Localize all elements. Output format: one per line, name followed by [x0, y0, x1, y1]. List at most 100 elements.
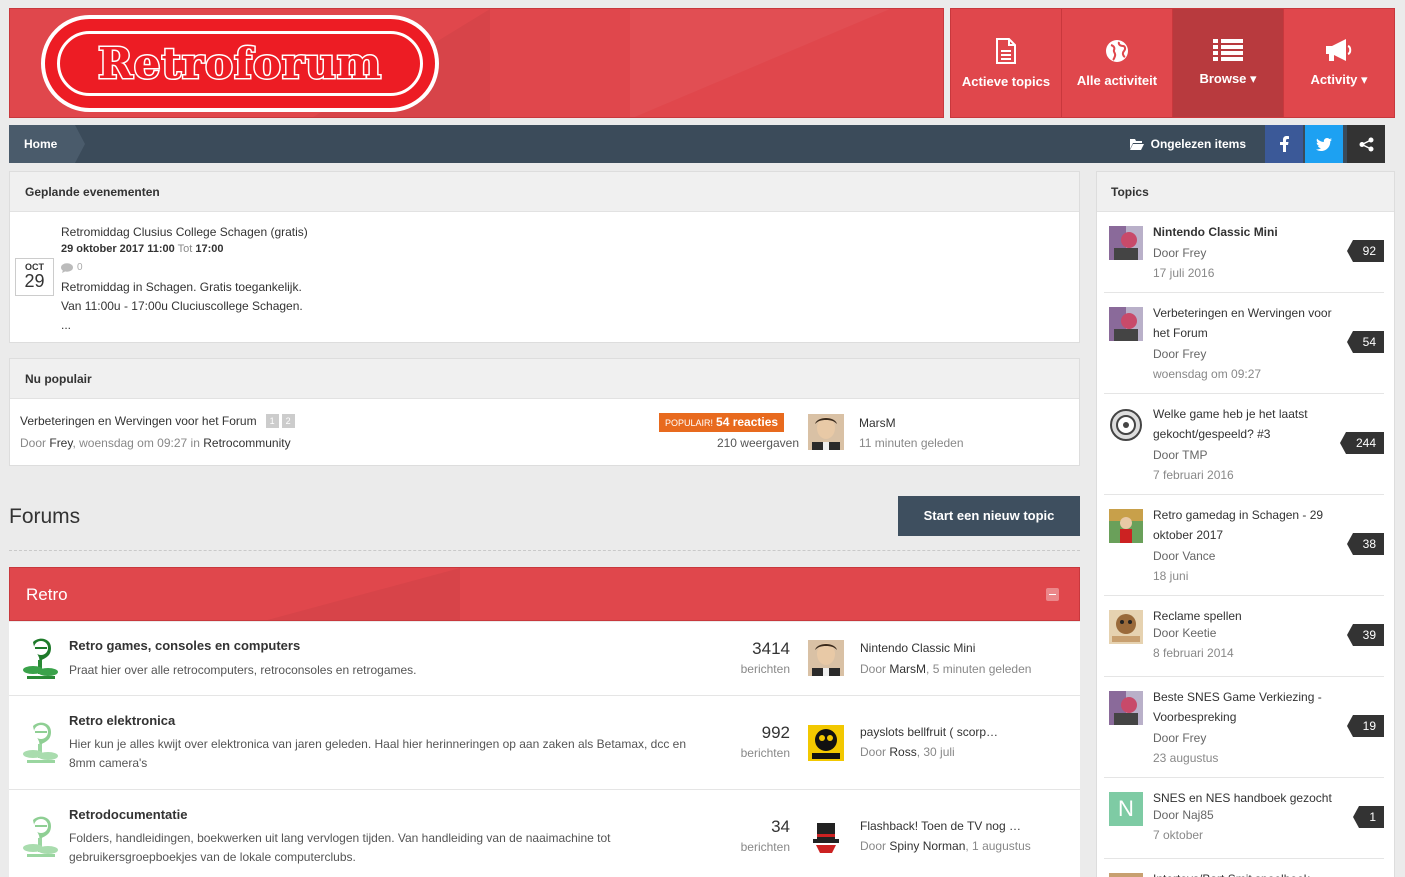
avatar[interactable]	[808, 725, 844, 761]
topic-author: Door Vance	[1153, 549, 1216, 563]
reply-count-badge: 19	[1346, 715, 1384, 737]
breadcrumb-home[interactable]: Home	[9, 125, 86, 163]
avatar[interactable]	[808, 640, 844, 676]
topic-item: Retro gamedag in Schagen - 29 oktober 20…	[1104, 495, 1384, 596]
topic-date: 23 augustus	[1153, 751, 1219, 765]
topic-item: N SNES en NES handboek gezocht Door Naj8…	[1104, 778, 1384, 859]
logo-text: Retroforum	[97, 39, 383, 88]
forum-row: Retrodocumentatie Folders, handleidingen…	[9, 790, 1080, 877]
topics-sidebar: Topics Nintendo Classic Mini Door Frey 1…	[1096, 171, 1395, 877]
post-count-label: berichten	[740, 746, 790, 760]
reply-count-badge: 1	[1353, 806, 1384, 828]
last-post-meta: Door Spiny Norman, 1 augustus	[860, 839, 1031, 853]
twitter-share-button[interactable]	[1305, 125, 1343, 163]
author-link[interactable]: Frey	[49, 436, 72, 450]
post-count-label: berichten	[740, 662, 790, 676]
forum-description: Folders, handleidingen, boekwerken uit l…	[69, 831, 611, 864]
nav-browse[interactable]: Browse ▾	[1173, 9, 1284, 117]
page-link-2[interactable]: 2	[281, 414, 295, 428]
reply-count-badge: 92	[1346, 240, 1384, 262]
start-new-topic-button[interactable]: Start een nieuw topic	[898, 496, 1080, 536]
topic-title-link[interactable]: SNES en NES handboek gezocht	[1153, 788, 1353, 808]
unread-label: Ongelezen items	[1150, 137, 1246, 151]
event-title-link[interactable]: Retromiddag Clusius College Schagen (gra…	[61, 225, 308, 239]
event-comments: 0	[61, 262, 83, 273]
avatar[interactable]	[808, 414, 844, 450]
avatar[interactable]: N	[1109, 792, 1143, 826]
reply-count-badge: 39	[1346, 624, 1384, 646]
document-icon	[996, 37, 1016, 64]
topic-date: 7 oktober	[1153, 828, 1204, 842]
comment-icon	[61, 262, 73, 273]
piranha-plant-icon	[23, 638, 58, 679]
forum-title-link[interactable]: Retro elektronica	[69, 713, 175, 728]
unread-items-link[interactable]: Ongelezen items	[1115, 125, 1260, 163]
share-button[interactable]	[1347, 125, 1385, 163]
forum-title-link[interactable]: Retro games, consoles en computers	[69, 638, 300, 653]
last-poster-link[interactable]: MarsM	[859, 416, 896, 430]
avatar[interactable]	[1109, 307, 1143, 341]
topic-author: Door Frey	[1153, 347, 1207, 361]
topic-item: Intertoys/Bart Smit spoelboek	[1104, 859, 1384, 877]
category-header: Retro	[9, 567, 1080, 621]
post-count: 992	[761, 723, 790, 742]
topic-title-link[interactable]: Intertoys/Bart Smit spoelboek	[1153, 869, 1353, 877]
event-description: Retromiddag in Schagen. Gratis toegankel…	[61, 280, 303, 332]
nav-activity[interactable]: Activity ▾	[1284, 9, 1394, 117]
avatar[interactable]	[1109, 873, 1143, 877]
topic-title-link[interactable]: Reclame spellen	[1153, 606, 1333, 626]
facebook-share-button[interactable]	[1265, 125, 1303, 163]
nav-alle-activiteit[interactable]: Alle activiteit	[1062, 9, 1173, 117]
collapse-toggle[interactable]	[1046, 588, 1059, 601]
forum-row: Retro games, consoles en computers Praat…	[9, 622, 1080, 696]
topic-title-link[interactable]: Welke game heb je het laatst gekocht/ges…	[1153, 404, 1333, 444]
last-post-time: 11 minuten geleden	[859, 436, 964, 450]
facebook-icon	[1279, 136, 1289, 152]
popular-topic-link[interactable]: Verbeteringen en Wervingen voor het Foru…	[20, 414, 257, 428]
forum-title-link[interactable]: Retrodocumentatie	[69, 807, 187, 822]
piranha-plant-icon	[23, 722, 58, 763]
last-post-meta: Door Ross, 30 juli	[860, 745, 955, 759]
nav-label: Activity ▾	[1310, 72, 1368, 87]
list-icon	[1213, 39, 1243, 61]
retroforum-logo[interactable]: Retroforum Retroforum	[41, 15, 439, 112]
topic-author: Door TMP	[1153, 448, 1208, 462]
last-post-meta: Door MarsM, 5 minuten geleden	[860, 662, 1032, 676]
page-link-1[interactable]: 1	[265, 414, 279, 428]
avatar[interactable]	[1109, 509, 1143, 543]
topic-title-link[interactable]: Verbeteringen en Wervingen voor het Foru…	[1153, 303, 1333, 343]
main-nav: Actieve topics Alle activiteit Browse ▾ …	[950, 8, 1395, 118]
avatar[interactable]	[1109, 610, 1143, 644]
topic-title-link[interactable]: Retro gamedag in Schagen - 29 oktober 20…	[1153, 505, 1333, 545]
last-topic-link[interactable]: Flashback! Toen de TV nog …	[860, 819, 1021, 833]
forum-link[interactable]: Retrocommunity	[203, 436, 290, 450]
reply-count-badge: 244	[1339, 432, 1384, 454]
topic-date: 18 juni	[1153, 569, 1189, 583]
breadcrumb-bar: Home Ongelezen items	[9, 125, 1395, 163]
topic-item: Welke game heb je het laatst gekocht/ges…	[1104, 394, 1384, 495]
nav-label: Alle activiteit	[1076, 72, 1158, 88]
view-count: 210 weergaven	[716, 436, 799, 450]
share-icon	[1359, 137, 1373, 151]
post-count: 34	[771, 817, 790, 836]
avatar[interactable]	[1109, 226, 1143, 260]
nav-actieve-topics[interactable]: Actieve topics	[951, 9, 1062, 117]
topic-title-link[interactable]: Nintendo Classic Mini	[1153, 222, 1333, 242]
site-logo-banner[interactable]: Retroforum Retroforum	[9, 8, 944, 118]
topic-item: Reclame spellen Door Keetie 8 februari 2…	[1104, 596, 1384, 677]
forum-description: Hier kun je alles kwijt over elektronica…	[69, 737, 687, 770]
avatar[interactable]	[1109, 408, 1143, 442]
category-title-link[interactable]: Retro	[26, 568, 68, 620]
event-date: 29 oktober 2017 11:00 Tot 17:00	[61, 243, 224, 255]
avatar[interactable]	[808, 819, 844, 855]
topic-title-link[interactable]: Beste SNES Game Verkiezing - Voorbesprek…	[1153, 687, 1333, 727]
last-topic-link[interactable]: payslots bellfruit ( scorp…	[860, 725, 998, 739]
events-heading: Geplande evenementen	[10, 172, 1079, 212]
avatar[interactable]	[1109, 691, 1143, 725]
forums-heading: Forums	[9, 505, 81, 528]
last-topic-link[interactable]: Nintendo Classic Mini	[860, 641, 975, 655]
topic-author: Door Frey	[1153, 246, 1207, 260]
forum-description: Praat hier over alle retrocomputers, ret…	[69, 663, 417, 677]
post-count: 3414	[752, 639, 790, 658]
nav-label: Actieve topics	[961, 73, 1051, 89]
